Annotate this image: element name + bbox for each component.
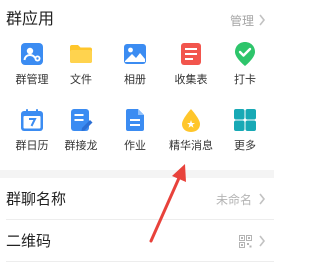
group-name-label: 群聊名称 [6, 190, 67, 208]
app-files[interactable]: 文件 [52, 41, 110, 91]
app-label: 相册 [124, 73, 146, 86]
app-more[interactable]: 更多 [216, 107, 274, 157]
group-settings-screen: 群应用 管理 群管理 文件 相册 收集表 打卡 群日历 群接龙 作业 精华消息 … [0, 0, 274, 275]
app-album[interactable]: 相册 [106, 41, 164, 91]
more-apps-icon [234, 109, 256, 131]
app-label: 精华消息 [169, 139, 213, 152]
manage-button[interactable]: 管理 [230, 10, 266, 30]
manage-label: 管理 [229, 13, 254, 28]
group-apps-heading: 群应用 [6, 9, 55, 28]
app-label: 打卡 [234, 73, 256, 86]
form-icon [181, 43, 201, 65]
chevron-right-icon [259, 235, 266, 247]
qr-code-label: 二维码 [6, 232, 52, 250]
app-featured-messages[interactable]: 精华消息 [162, 107, 220, 157]
group-name-value: 未命名 [215, 192, 252, 207]
app-homework[interactable]: 作业 [106, 107, 164, 157]
app-relay[interactable]: 群接龙 [52, 107, 110, 157]
qr-code-row[interactable]: 二维码 [0, 220, 274, 262]
photo-album-icon [124, 44, 146, 64]
chevron-right-icon [259, 193, 266, 205]
qr-code-value-area [239, 231, 266, 251]
qr-code-icon [239, 234, 252, 248]
app-label: 群接龙 [64, 139, 98, 152]
homework-icon [126, 109, 144, 131]
app-label: 文件 [70, 73, 92, 86]
app-check-in[interactable]: 打卡 [216, 41, 274, 91]
relay-icon [71, 109, 93, 131]
app-label: 作业 [124, 139, 146, 152]
row-separator [6, 261, 274, 262]
section-divider [0, 170, 274, 178]
app-label: 收集表 [174, 73, 208, 86]
group-manage-icon [21, 43, 43, 65]
group-name-row[interactable]: 群聊名称 未命名 [0, 178, 274, 220]
featured-message-icon [182, 109, 200, 132]
app-label: 更多 [234, 139, 256, 152]
group-name-value-area: 未命名 [216, 189, 266, 209]
app-form[interactable]: 收集表 [162, 41, 220, 91]
chevron-right-icon [259, 14, 266, 26]
folder-icon [70, 45, 92, 63]
calendar-icon [21, 109, 43, 131]
check-in-icon [235, 42, 255, 66]
